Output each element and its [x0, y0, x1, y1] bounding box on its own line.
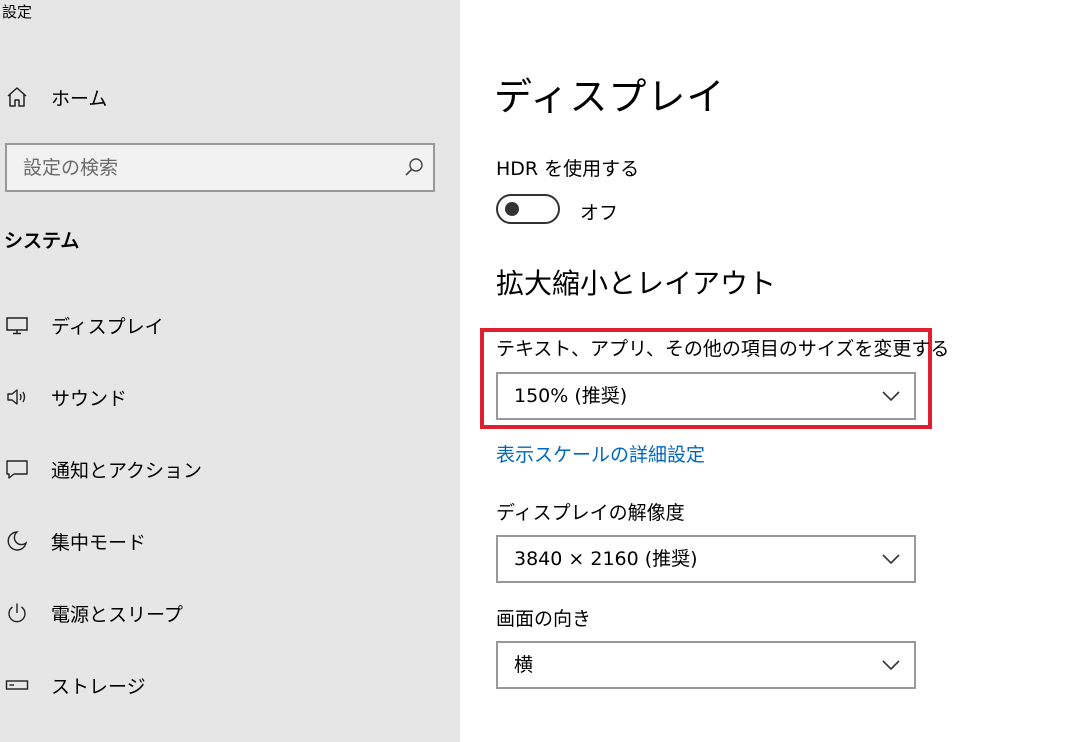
chevron-down-icon [880, 549, 902, 569]
resolution-value: 3840 × 2160 (推奨) [514, 548, 698, 570]
scale-label: テキスト、アプリ、その他の項目のサイズを変更する [496, 338, 950, 360]
home-icon [4, 84, 30, 110]
advanced-scaling-link[interactable]: 表示スケールの詳細設定 [496, 440, 705, 467]
scale-value: 150% (推奨) [514, 385, 628, 407]
sidebar-item-home[interactable]: ホーム [0, 77, 460, 117]
window-title: 設定 [2, 3, 33, 21]
sidebar-item-label: ストレージ [51, 675, 146, 698]
search-box [5, 143, 435, 192]
hdr-toggle[interactable] [496, 194, 560, 224]
page-title: ディスプレイ [494, 75, 726, 119]
sidebar-item-label: 集中モード [51, 531, 147, 554]
sidebar-item-label: ディスプレイ [51, 315, 164, 338]
monitor-icon [4, 312, 30, 338]
search-icon[interactable] [403, 156, 425, 178]
speaker-icon [4, 384, 30, 410]
scale-dropdown[interactable]: 150% (推奨) [496, 372, 916, 420]
power-icon [4, 600, 30, 626]
orientation-label: 画面の向き [496, 608, 592, 630]
resolution-label: ディスプレイの解像度 [496, 502, 685, 524]
settings-window: 設定 ホーム システム ディスプレイ サウンド [0, 0, 1081, 742]
section-heading-system: システム [4, 230, 80, 252]
storage-icon [4, 672, 30, 698]
sidebar-item-display[interactable]: ディスプレイ [0, 305, 460, 345]
sidebar-item-focus-mode[interactable]: 集中モード [0, 521, 460, 561]
toggle-knob [505, 202, 519, 216]
hdr-toggle-state: オフ [580, 202, 619, 224]
sidebar-item-storage[interactable]: ストレージ [0, 665, 460, 705]
sidebar-item-label: ホーム [51, 87, 108, 110]
sidebar-item-notifications[interactable]: 通知とアクション [0, 449, 460, 489]
moon-icon [4, 528, 30, 554]
hdr-label: HDR を使用する [496, 158, 640, 180]
sidebar: 設定 ホーム システム ディスプレイ サウンド [0, 0, 460, 742]
sidebar-item-sound[interactable]: サウンド [0, 377, 460, 417]
scale-layout-heading: 拡大縮小とレイアウト [496, 267, 777, 300]
chevron-down-icon [880, 655, 902, 675]
notification-icon [4, 456, 30, 482]
main-content: ディスプレイ HDR を使用する オフ 拡大縮小とレイアウト テキスト、アプリ、… [460, 0, 1081, 742]
resolution-dropdown[interactable]: 3840 × 2160 (推奨) [496, 535, 916, 583]
sidebar-item-label: 通知とアクション [51, 459, 203, 482]
chevron-down-icon [880, 386, 902, 406]
orientation-dropdown[interactable]: 横 [496, 641, 916, 689]
orientation-value: 横 [514, 654, 534, 676]
sidebar-item-label: サウンド [51, 387, 128, 410]
sidebar-item-label: 電源とスリープ [51, 603, 183, 626]
search-input[interactable] [7, 145, 403, 190]
sidebar-item-power[interactable]: 電源とスリープ [0, 593, 460, 633]
